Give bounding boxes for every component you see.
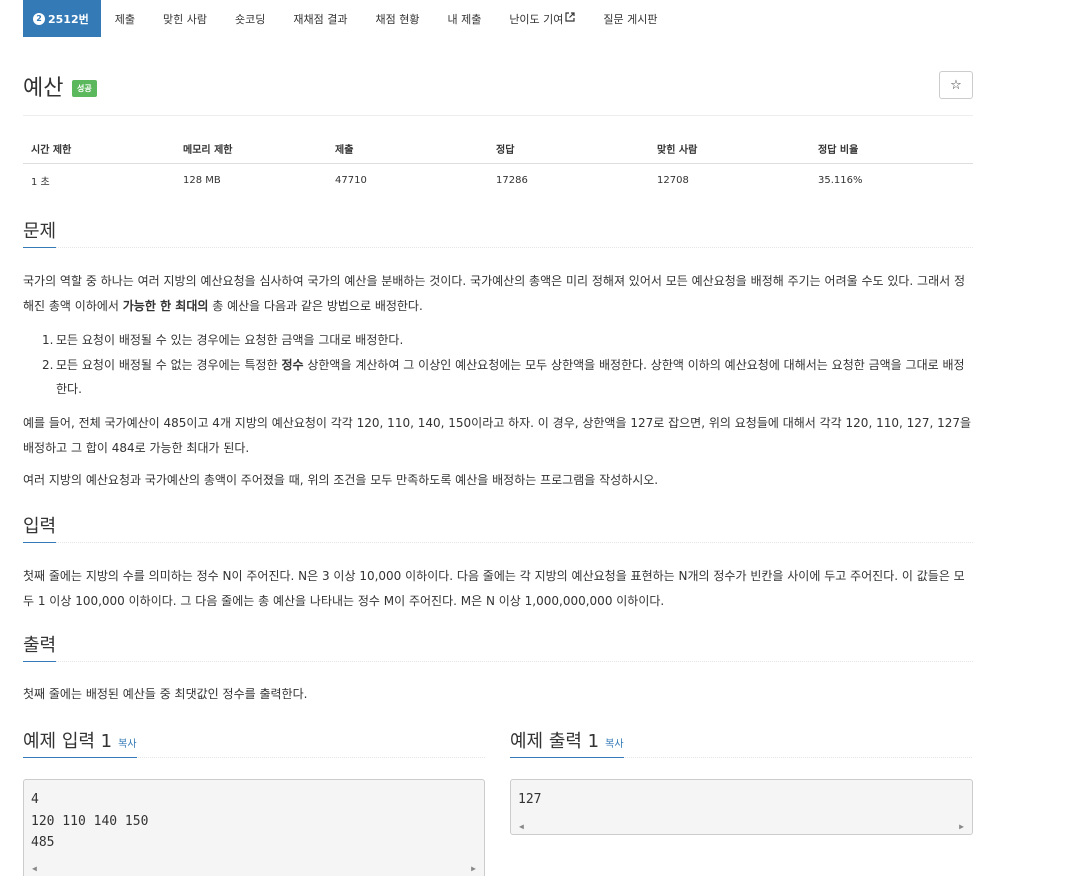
time-limit-value: 1 초	[31, 177, 50, 188]
scroll-right-icon[interactable]: ▶	[471, 864, 476, 873]
sample-output-title: 예제 출력 1 복사	[510, 732, 624, 758]
tab-short-coding[interactable]: 숏코딩	[221, 0, 279, 37]
tab-problem-label: 2512번	[48, 12, 89, 26]
header-memory-limit: 메모리 제한	[175, 132, 327, 164]
tier-icon: 2	[33, 12, 45, 25]
tab-difficulty-contrib[interactable]: 난이도 기여	[495, 0, 589, 37]
budget-rules-list: 1. 모든 요청이 배정될 수 있는 경우에는 요청한 금액을 그대로 배정한다.…	[23, 328, 973, 402]
sample-output-box[interactable]: 127 ◀ ▶	[510, 779, 973, 835]
sample-output-header: 예제 출력 1 복사	[510, 732, 972, 758]
scroll-right-icon[interactable]: ▶	[959, 822, 964, 831]
sample-input-header: 예제 입력 1 복사	[23, 732, 485, 758]
tab-difficulty-label: 난이도 기여	[509, 12, 564, 26]
problem-text-1b: 총 예산을 다음과 같은 방법으로 배정한다.	[208, 298, 423, 313]
problem-nav: 2 2512번 제출 맞힌 사람 숏코딩 재채점 결과 채점 현황 내 제출 난…	[23, 0, 672, 37]
problem-task-text: 여러 지방의 예산요청과 국가예산의 총액이 주어졌을 때, 위의 조건을 모두…	[23, 473, 659, 487]
copy-sample-input-button[interactable]: 복사	[118, 739, 136, 750]
sample-input-box[interactable]: 4 120 110 140 150 485 ◀ ▶	[23, 779, 485, 876]
tab-question-board[interactable]: 질문 게시판	[589, 0, 671, 37]
header-accept-rate: 정답 비율	[810, 132, 973, 164]
problem-section-title: 문제	[23, 222, 57, 248]
sample-input-data: 4 120 110 140 150 485	[31, 792, 149, 851]
tab-submit[interactable]: 제출	[101, 0, 149, 37]
header-submissions: 제출	[327, 132, 488, 164]
rule-2-bold: 정수	[281, 357, 304, 372]
tab-status[interactable]: 채점 현황	[361, 0, 433, 37]
sample-output-title-text: 예제 출력 1	[510, 731, 600, 752]
copy-sample-output-button[interactable]: 복사	[605, 739, 623, 750]
accept-rate-value: 35.116%	[818, 175, 863, 186]
memory-limit-value: 128 MB	[183, 175, 221, 186]
table-row: 1 초 128 MB 47710 17286 12708 35.116%	[23, 164, 973, 198]
output-section-title: 출력	[23, 636, 57, 662]
input-section-title: 입력	[23, 517, 57, 543]
problem-info-table: 시간 제한 메모리 제한 제출 정답 맞힌 사람 정답 비율 1 초 128 M…	[23, 132, 973, 197]
scroll-left-icon[interactable]: ◀	[519, 822, 524, 831]
scroll-left-icon[interactable]: ◀	[32, 864, 37, 873]
header-solved-users: 맞힌 사람	[649, 132, 810, 164]
tab-rejudge-results[interactable]: 재채점 결과	[279, 0, 361, 37]
correct-value: 17286	[496, 175, 528, 186]
horizontal-scrollbar[interactable]: ◀ ▶	[511, 818, 972, 834]
sample-input-title: 예제 입력 1 복사	[23, 732, 137, 758]
list-item: 1. 모든 요청이 배정될 수 있는 경우에는 요청한 금액을 그대로 배정한다.	[42, 333, 404, 347]
input-description: 첫째 줄에는 지방의 수를 의미하는 정수 N이 주어진다. N은 3 이상 1…	[23, 569, 965, 608]
table-header-row: 시간 제한 메모리 제한 제출 정답 맞힌 사람 정답 비율	[23, 132, 973, 164]
horizontal-scrollbar[interactable]: ◀ ▶	[24, 860, 484, 876]
problem-text-1-bold: 가능한 한 최대의	[122, 298, 209, 313]
star-icon: ☆	[950, 77, 962, 93]
favorite-button[interactable]: ☆	[939, 71, 973, 99]
header-correct: 정답	[488, 132, 649, 164]
tab-solved-users[interactable]: 맞힌 사람	[149, 0, 221, 37]
rule-2-text-a: 모든 요청이 배정될 수 없는 경우에는 특정한	[56, 357, 282, 372]
status-badge: 성공	[72, 80, 97, 97]
sample-output-data: 127	[518, 792, 542, 807]
external-link-icon	[565, 12, 576, 25]
tab-problem[interactable]: 2 2512번	[23, 0, 101, 37]
submissions-value: 47710	[335, 175, 367, 186]
output-description: 첫째 줄에는 배정된 예산들 중 최댓값인 정수를 출력한다.	[23, 687, 308, 701]
solved-users-value: 12708	[657, 175, 689, 186]
problem-title: 예산	[23, 76, 64, 101]
rule-1-text: 모든 요청이 배정될 수 있는 경우에는 요청한 금액을 그대로 배정한다.	[56, 333, 404, 347]
sample-input-title-text: 예제 입력 1	[23, 731, 113, 752]
problem-section-header: 문제	[23, 222, 973, 248]
tab-my-submissions[interactable]: 내 제출	[433, 0, 495, 37]
problem-description: 국가의 역할 중 하나는 여러 지방의 예산요청을 심사하여 국가의 예산을 분…	[23, 269, 973, 318]
output-section-header: 출력	[23, 636, 973, 662]
problem-title-row: 예산 성공 ☆	[23, 70, 973, 116]
input-section-header: 입력	[23, 517, 973, 543]
problem-example-text: 예를 들어, 전체 국가예산이 485이고 4개 지방의 예산요청이 각각 12…	[23, 416, 972, 455]
header-time-limit: 시간 제한	[23, 132, 175, 164]
list-item: 2. 모든 요청이 배정될 수 없는 경우에는 특정한 정수 상한액을 계산하여 …	[42, 357, 965, 397]
